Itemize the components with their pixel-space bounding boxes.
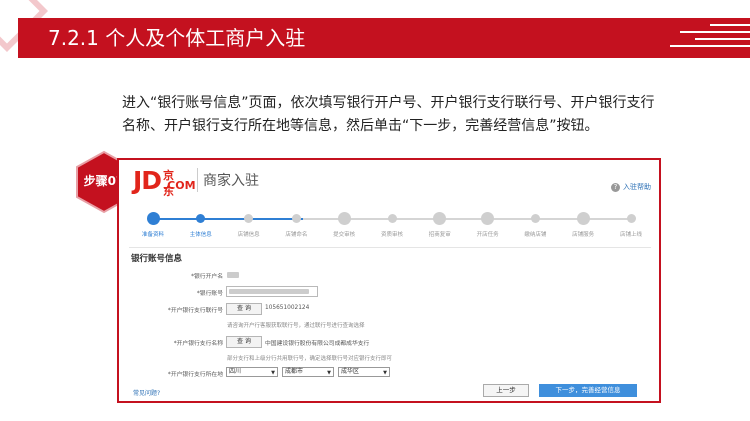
progress-step-node (244, 214, 254, 223)
chevron-down-icon: ▼ (327, 370, 331, 376)
question-icon: ? (611, 182, 620, 192)
prev-button[interactable]: 上一步 (483, 384, 529, 397)
faq-link[interactable]: 常见问题? (133, 388, 160, 397)
account-number-label: *银行账号 (196, 291, 223, 297)
chevron-down-icon: ▼ (383, 370, 387, 376)
progress-step-label: 店铺上线 (619, 232, 643, 238)
progress-step-label: 店铺信息 (237, 232, 260, 238)
logo-jd-text: JD (133, 166, 162, 195)
branch-name-label: *开户银行支行名称 (173, 341, 223, 347)
province-select[interactable]: 四川 ▼ (226, 367, 278, 377)
progress-step-label: 店铺命名 (285, 232, 308, 238)
location-label: *开户银行支行所在地 (167, 372, 223, 378)
section-title: 银行账号信息 (131, 254, 183, 264)
logo-com-text: .COM (163, 179, 196, 192)
district-select[interactable]: 成华区 ▼ (338, 367, 390, 377)
branch-code-query-button[interactable]: 查 询 (226, 303, 262, 315)
progress-step-node (576, 212, 590, 225)
account-holder-value (227, 272, 239, 278)
slide-title: 7.2.1 个人及个体工商户入驻 (48, 26, 306, 50)
progress-step-label: 招商复审 (428, 232, 451, 238)
logo-separator (197, 168, 198, 192)
slide-description: 进入“银行账号信息”页面，依次填写银行开户号、开户银行支行联行号、开户银行支行名… (122, 95, 655, 134)
progress-step-node (291, 214, 301, 223)
progress-step-node (530, 214, 540, 223)
account-holder-label: *银行开户名 (191, 274, 223, 280)
province-value: 四川 (229, 368, 242, 375)
branch-code-label: *开户银行支行联行号 (167, 308, 223, 314)
screenshot-frame: JD 京东 .COM 商家入驻 ? 入驻帮助 准备资料 主体信息 店铺信息 店铺命名提… (117, 158, 661, 403)
account-number-value (229, 289, 309, 294)
progress-steps: 准备资料 主体信息 店铺信息 店铺命名 提交审核 资质审核 招商复审 开店任务 缴纳店铺 店铺服务… (139, 212, 643, 242)
city-value: 成都市 (285, 368, 304, 375)
chevron-down-icon: ▼ (271, 370, 275, 376)
progress-step-node (626, 214, 636, 223)
progress-track-done (153, 218, 303, 220)
branch-name-value: 中国建设银行股份有限公司成都成华支行 (265, 341, 370, 347)
help-link-label: 入驻帮助 (623, 183, 651, 191)
progress-step-node (387, 214, 397, 223)
progress-step-label: 开店任务 (476, 232, 499, 238)
progress-step-node (337, 212, 351, 225)
city-select[interactable]: 成都市 ▼ (282, 367, 334, 377)
progress-step-label: 主体信息 (189, 232, 212, 238)
header-line-decoration (660, 20, 750, 56)
branch-code-hint: 请咨询开户行客服获取联行号，通过联行号进行查询选择 (227, 323, 365, 329)
progress-step-label: 准备资料 (141, 232, 165, 238)
divider (129, 247, 651, 248)
merchant-title: 商家入驻 (203, 173, 259, 189)
progress-step-label: 资质审核 (380, 232, 404, 238)
next-button[interactable]: 下一步，完善经营信息 (539, 384, 637, 397)
progress-step-node (481, 212, 495, 225)
progress-step-label: 缴纳店铺 (524, 232, 547, 238)
progress-step-label: 店铺服务 (572, 232, 595, 238)
progress-step-node (196, 214, 206, 223)
progress-step-node (146, 212, 160, 225)
slide: 7.2.1 个人及个体工商户入驻 进入“银行账号信息”页面，依次填写银行开户号、… (0, 0, 750, 421)
branch-name-hint: 部分支行和上级分行共用联行号，确定选择联行号对应银行支行即可 (227, 356, 393, 362)
branch-name-query-button[interactable]: 查 询 (226, 336, 262, 348)
help-link[interactable]: ? 入驻帮助 (611, 182, 651, 192)
district-value: 成华区 (341, 368, 360, 375)
branch-code-value: 105651002124 (265, 305, 310, 311)
progress-step-label: 提交审核 (333, 232, 356, 238)
progress-step-node (433, 212, 447, 225)
